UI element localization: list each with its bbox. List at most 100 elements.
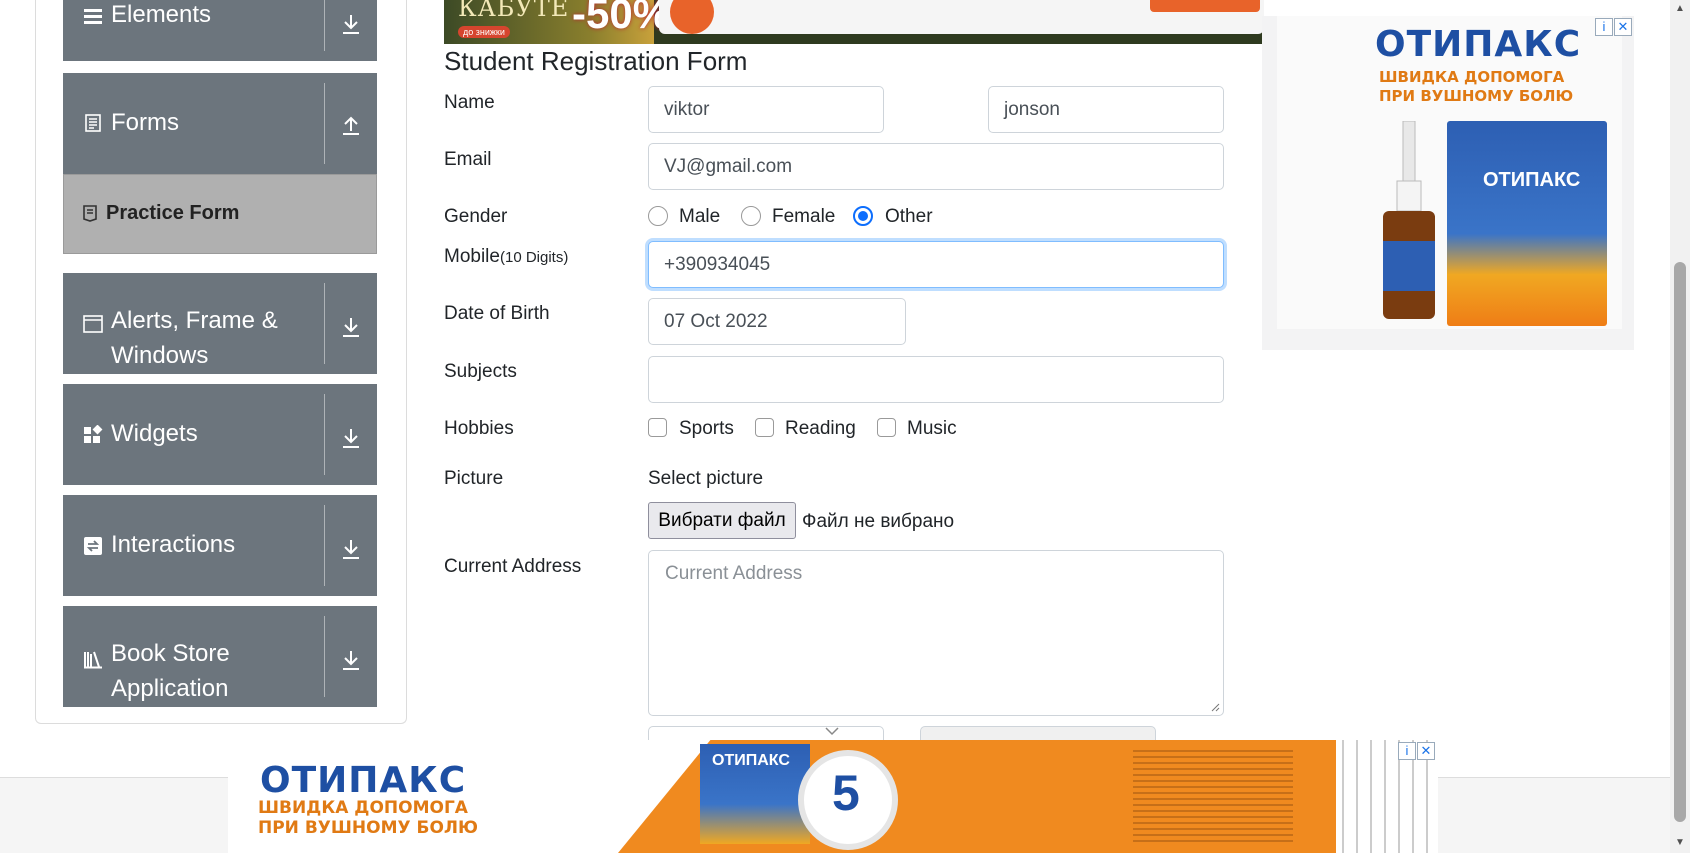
current-address-label: Current Address [444, 556, 582, 577]
sidebar-group-label: Forms [111, 109, 179, 136]
subjects-input[interactable] [648, 356, 1224, 403]
chevron-down-icon[interactable] [824, 726, 840, 738]
divider [324, 0, 325, 51]
subjects-label: Subjects [444, 361, 517, 382]
hobby-checkbox-sports[interactable] [648, 418, 667, 437]
books-icon [84, 651, 102, 669]
arrow-down-icon[interactable] [337, 535, 365, 563]
sidebar-group-label: Interactions [111, 531, 236, 558]
gender-radio-male[interactable] [648, 206, 668, 226]
sidebar-group-label-line2: Windows [111, 342, 209, 369]
arrow-down-icon[interactable] [337, 10, 365, 38]
divider [324, 283, 325, 364]
ad-slogan: ШВИДКА ДОПОМОГА ПРИ ВУШНОМУ БОЛЮ [1379, 68, 1574, 105]
top-ad-brand: КАБУТЕ [458, 0, 570, 22]
box-brand: ОТИПАКС [1483, 169, 1581, 191]
ad-close-icon[interactable]: ✕ [1614, 18, 1632, 36]
form-title: Student Registration Form [444, 46, 748, 76]
dob-label: Date of Birth [444, 303, 550, 324]
mobile-label-text: Mobile [444, 246, 500, 267]
sidebar-group-elements[interactable]: Elements [63, 0, 377, 61]
ad-fine-print [1133, 750, 1293, 842]
sidebar-group-alerts[interactable]: Alerts, Frame & Windows [63, 273, 377, 374]
divider [324, 394, 325, 475]
box-brand: ОТИПАКС [712, 752, 790, 769]
bottle-image [1383, 121, 1435, 319]
resize-grip-icon[interactable] [1210, 702, 1220, 712]
hobby-checkbox-reading[interactable] [755, 418, 774, 437]
ad-brand: ОТИПАКС [1375, 24, 1582, 65]
ad-image: ОТИПАКС ШВИДКА ДОПОМОГА ПРИ ВУШНОМУ БОЛЮ… [1277, 16, 1622, 329]
sidebar-group-widgets[interactable]: Widgets [63, 384, 377, 485]
right-sidebar-ad[interactable]: ОТИПАКС ШВИДКА ДОПОМОГА ПРИ ВУШНОМУ БОЛЮ… [1262, 16, 1634, 350]
gender-option-label[interactable]: Female [772, 206, 835, 228]
sidebar-group-interactions[interactable]: Interactions [63, 495, 377, 596]
arrow-down-icon[interactable] [337, 424, 365, 452]
sidebar-group-bookstore[interactable]: Book Store Application [63, 606, 377, 707]
sidebar-group-label: Elements [111, 1, 212, 28]
ad-brand: ОТИПАКС [260, 760, 467, 801]
mobile-hint: (10 Digits) [499, 249, 569, 266]
divider [324, 83, 325, 164]
product-box: ОТИПАКС [700, 744, 810, 844]
ad-slogan-line1: ШВИДКА ДОПОМОГА [258, 798, 468, 818]
current-address-textarea[interactable]: Current Address [648, 550, 1224, 716]
first-name-input[interactable]: viktor [648, 86, 884, 133]
top-ad-button[interactable] [1150, 0, 1260, 12]
arrow-down-icon[interactable] [337, 313, 365, 341]
ad-info-icon[interactable]: i [1398, 742, 1416, 760]
bottom-banner-ad[interactable]: ОТИПАКС ШВИДКА ДОПОМОГА ПРИ ВУШНОМУ БОЛЮ … [228, 740, 1438, 853]
arrow-down-icon[interactable] [337, 646, 365, 674]
hobby-option-label[interactable]: Sports [679, 418, 734, 440]
gender-label: Gender [444, 206, 508, 227]
divider [324, 616, 325, 697]
vertical-scrollbar[interactable]: ▲ ▼ [1670, 0, 1690, 853]
scroll-down-icon[interactable]: ▼ [1675, 838, 1685, 848]
picture-label: Picture [444, 468, 504, 489]
mobile-input[interactable]: +390934045 [648, 241, 1224, 288]
document-icon [85, 114, 101, 132]
choose-file-button[interactable]: Вибрати файл [648, 502, 796, 539]
arrow-up-icon[interactable] [337, 111, 365, 139]
hobby-option-label[interactable]: Music [907, 418, 957, 440]
sidebar-item-practice-form[interactable]: Practice Form [63, 174, 377, 254]
sidebar-group-label-line2: Application [111, 675, 229, 702]
gender-option-label[interactable]: Other [885, 206, 933, 228]
sidebar-group-forms[interactable]: Forms [63, 73, 377, 174]
product-box: ОТИПАКС [1447, 121, 1607, 326]
hobbies-label: Hobbies [444, 418, 514, 439]
mobile-label: Mobile(10 Digits) [444, 246, 568, 268]
divider [324, 505, 325, 586]
ad-close-icon[interactable]: ✕ [1417, 742, 1435, 760]
form-icon [83, 205, 97, 222]
gender-radio-female[interactable] [741, 206, 761, 226]
scroll-up-icon[interactable]: ▲ [1675, 4, 1685, 14]
widgets-icon [84, 425, 103, 443]
ad-slogan-line2: ПРИ ВУШНОМУ БОЛЮ [258, 818, 479, 838]
name-label: Name [444, 92, 495, 113]
select-picture-label: Select picture [648, 468, 764, 489]
top-ad-tag: до знижки [458, 26, 510, 38]
last-name-input[interactable]: jonson [988, 86, 1224, 133]
sidebar-item-label: Practice Form [106, 202, 240, 224]
scrollbar-thumb[interactable] [1674, 262, 1686, 822]
sidebar-group-label: Widgets [111, 420, 198, 447]
address-placeholder: Current Address [665, 563, 803, 584]
top-ad-discount: -50% [572, 0, 671, 37]
hobby-option-label[interactable]: Reading [785, 418, 856, 440]
interactions-icon [84, 537, 102, 555]
date-of-birth-input[interactable]: 07 Oct 2022 [648, 298, 906, 345]
ad-slogan: ШВИДКА ДОПОМОГА ПРИ ВУШНОМУ БОЛЮ [258, 798, 478, 838]
gender-option-label[interactable]: Male [679, 206, 720, 228]
file-status: Файл не вибрано [802, 511, 955, 532]
clock-image: 5 [798, 750, 898, 850]
ad-info-icon[interactable]: i [1595, 18, 1613, 36]
gender-radio-other[interactable] [853, 206, 873, 226]
email-input[interactable]: VJ@gmail.com [648, 143, 1224, 190]
clock-number: 5 [832, 765, 860, 821]
top-banner-ad[interactable]: КАБУТЕ -50% до знижки [444, 0, 1264, 44]
sidebar-group-label: Book Store [111, 640, 230, 667]
sidebar-group-label: Alerts, Frame & [111, 307, 278, 334]
hobby-checkbox-music[interactable] [877, 418, 896, 437]
window-icon [83, 315, 103, 333]
